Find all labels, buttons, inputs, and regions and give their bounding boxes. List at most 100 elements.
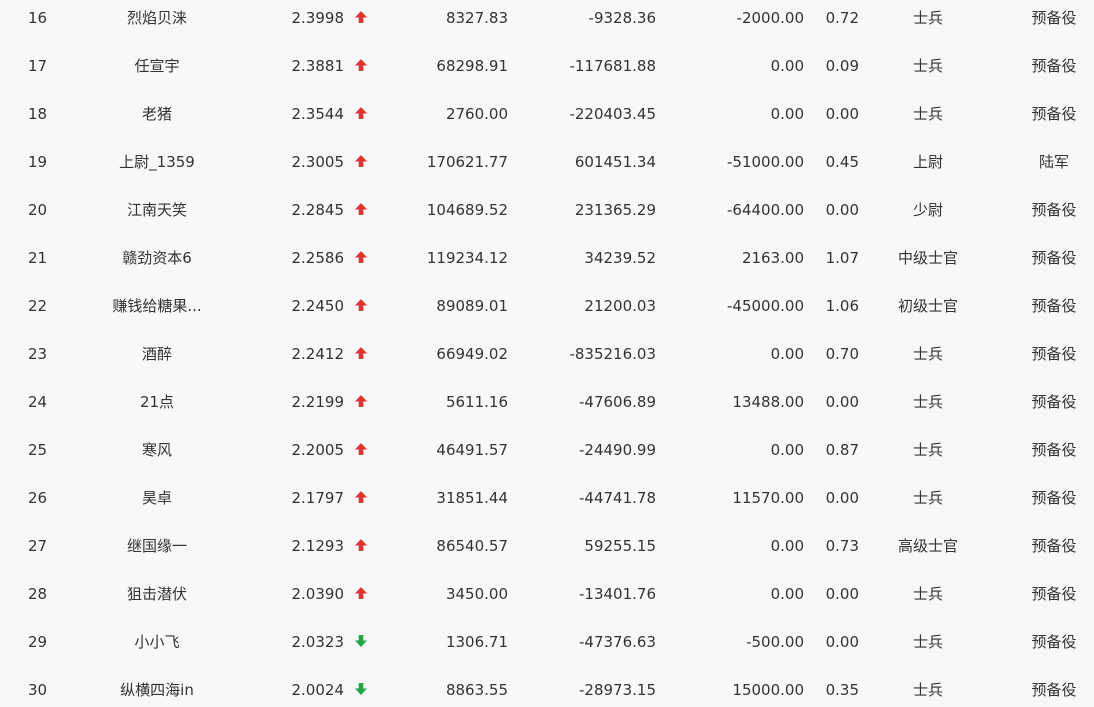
value2-cell: 601451.34 (574, 153, 656, 171)
value3-cell: 2163.00 (741, 249, 804, 267)
table-row[interactable]: 30 纵横四海in 2.0024 8863.55 -28973.15 15000.00 0.… (0, 666, 1094, 707)
table-row[interactable]: 22 赚钱给糖果... 2.2450 89089.01 21200.03 -45000.0… (0, 282, 1094, 330)
score-cell: 2.1797 (291, 489, 345, 507)
rank-title-cell: 士兵 (912, 489, 943, 507)
name-cell[interactable]: 江南天笑 (98, 186, 216, 234)
rank-cell: 19 (28, 153, 48, 171)
value2-cell: -28973.15 (579, 681, 656, 699)
rank-cell: 20 (28, 201, 48, 219)
table-row[interactable]: 24 21点 2.2199 5611.16 -47606.89 13488.00 0.00 士… (0, 378, 1094, 426)
ratio-cell: 0.35 (825, 681, 859, 699)
name-cell[interactable]: 老猪 (98, 90, 216, 138)
branch-cell: 预备役 (1031, 633, 1077, 651)
ratio-cell: 1.06 (825, 297, 859, 315)
ratio-cell: 0.00 (825, 393, 859, 411)
rank-cell: 24 (28, 393, 48, 411)
name-cell[interactable]: 纵横四海in (98, 666, 216, 707)
rank-title-cell: 士兵 (912, 585, 943, 603)
table-row[interactable]: 25 寒风 2.2005 46491.57 -24490.99 0.00 0.87 士兵 预备役 (0, 426, 1094, 474)
value2-cell: 21200.03 (584, 297, 656, 315)
table-row[interactable]: 16 烈焰贝涞 2.3998 8327.83 -9328.36 -2000.00 0.72 士… (0, 0, 1094, 42)
trend-cell (352, 378, 370, 426)
value3-cell: 0.00 (770, 537, 804, 555)
ratio-cell: 0.73 (825, 537, 859, 555)
table-row[interactable]: 23 酒醉 2.2412 66949.02 -835216.03 0.00 0.70 士兵 预备… (0, 330, 1094, 378)
arrow-up-icon (354, 393, 368, 411)
branch-cell: 预备役 (1031, 9, 1077, 27)
score-cell: 2.0024 (291, 681, 345, 699)
rank-title-cell: 士兵 (912, 393, 943, 411)
table-row[interactable]: 28 狙击潜伏 2.0390 3450.00 -13401.76 0.00 0.00 士兵 预备… (0, 570, 1094, 618)
branch-cell: 预备役 (1031, 201, 1077, 219)
value2-cell: -220403.45 (569, 105, 656, 123)
name-cell[interactable]: 小小飞 (98, 618, 216, 666)
value3-cell: -64400.00 (727, 201, 804, 219)
score-cell: 2.2005 (291, 441, 345, 459)
score-cell: 2.2450 (291, 297, 345, 315)
value2-cell: -9328.36 (588, 9, 656, 27)
value3-cell: 0.00 (770, 345, 804, 363)
name-cell[interactable]: 上尉_1359 (98, 138, 216, 186)
value3-cell: -45000.00 (727, 297, 804, 315)
arrow-up-icon (354, 249, 368, 267)
arrow-up-icon (354, 201, 368, 219)
branch-cell: 预备役 (1031, 57, 1077, 75)
arrow-up-icon (354, 537, 368, 555)
arrow-up-icon (354, 57, 368, 75)
value1-cell: 86540.57 (436, 537, 508, 555)
score-cell: 2.0390 (291, 585, 345, 603)
name-cell[interactable]: 赚钱给糖果... (98, 282, 216, 330)
score-cell: 2.2412 (291, 345, 345, 363)
ratio-cell: 0.00 (825, 633, 859, 651)
table-row[interactable]: 20 江南天笑 2.2845 104689.52 231365.29 -64400.00 0… (0, 186, 1094, 234)
score-cell: 2.0323 (291, 633, 345, 651)
value1-cell: 8863.55 (445, 681, 508, 699)
arrow-up-icon (354, 9, 368, 27)
trend-cell (352, 0, 370, 42)
rank-title-cell: 士兵 (912, 105, 943, 123)
branch-cell: 陆军 (1038, 153, 1069, 171)
ratio-cell: 0.72 (825, 9, 859, 27)
table-row[interactable]: 27 继国缘一 2.1293 86540.57 59255.15 0.00 0.73 高级士官… (0, 522, 1094, 570)
name-cell[interactable]: 酒醉 (98, 330, 216, 378)
score-cell: 2.3881 (291, 57, 345, 75)
score-cell: 2.3998 (291, 9, 345, 27)
rank-title-cell: 士兵 (912, 681, 943, 699)
table-row[interactable]: 18 老猪 2.3544 2760.00 -220403.45 0.00 0.00 士兵 预备役 (0, 90, 1094, 138)
table-row[interactable]: 19 上尉_1359 2.3005 170621.77 601451.34 -51000.… (0, 138, 1094, 186)
rank-cell: 27 (28, 537, 48, 555)
value2-cell: -24490.99 (579, 441, 656, 459)
name-cell[interactable]: 21点 (98, 378, 216, 426)
value2-cell: -47606.89 (579, 393, 656, 411)
rank-title-cell: 士兵 (912, 9, 943, 27)
value3-cell: 0.00 (770, 57, 804, 75)
value1-cell: 170621.77 (426, 153, 508, 171)
rank-cell: 26 (28, 489, 48, 507)
value1-cell: 119234.12 (426, 249, 508, 267)
name-cell[interactable]: 赣劲资本6 (98, 234, 216, 282)
rank-cell: 18 (28, 105, 48, 123)
name-cell[interactable]: 烈焰贝涞 (98, 0, 216, 42)
branch-cell: 预备役 (1031, 585, 1077, 603)
table-row[interactable]: 21 赣劲资本6 2.2586 119234.12 34239.52 2163.00 1.0… (0, 234, 1094, 282)
name-cell[interactable]: 昊卓 (98, 474, 216, 522)
trend-cell (352, 522, 370, 570)
arrow-up-icon (354, 585, 368, 603)
name-cell[interactable]: 寒风 (98, 426, 216, 474)
name-cell[interactable]: 任宣宇 (98, 42, 216, 90)
trend-cell (352, 186, 370, 234)
score-cell: 2.3005 (291, 153, 345, 171)
name-cell[interactable]: 狙击潜伏 (98, 570, 216, 618)
name-cell[interactable]: 继国缘一 (98, 522, 216, 570)
trend-cell (352, 426, 370, 474)
rank-title-cell: 士兵 (912, 441, 943, 459)
value1-cell: 46491.57 (436, 441, 508, 459)
branch-cell: 预备役 (1031, 681, 1077, 699)
table-row[interactable]: 26 昊卓 2.1797 31851.44 -44741.78 11570.00 0.00 士… (0, 474, 1094, 522)
trend-cell (352, 570, 370, 618)
value1-cell: 89089.01 (436, 297, 508, 315)
table-row[interactable]: 17 任宣宇 2.3881 68298.91 -117681.88 0.00 0.09 士兵 预… (0, 42, 1094, 90)
value3-cell: 15000.00 (732, 681, 804, 699)
ratio-cell: 1.07 (825, 249, 859, 267)
table-row[interactable]: 29 小小飞 2.0323 1306.71 -47376.63 -500.00 0.00 士兵… (0, 618, 1094, 666)
